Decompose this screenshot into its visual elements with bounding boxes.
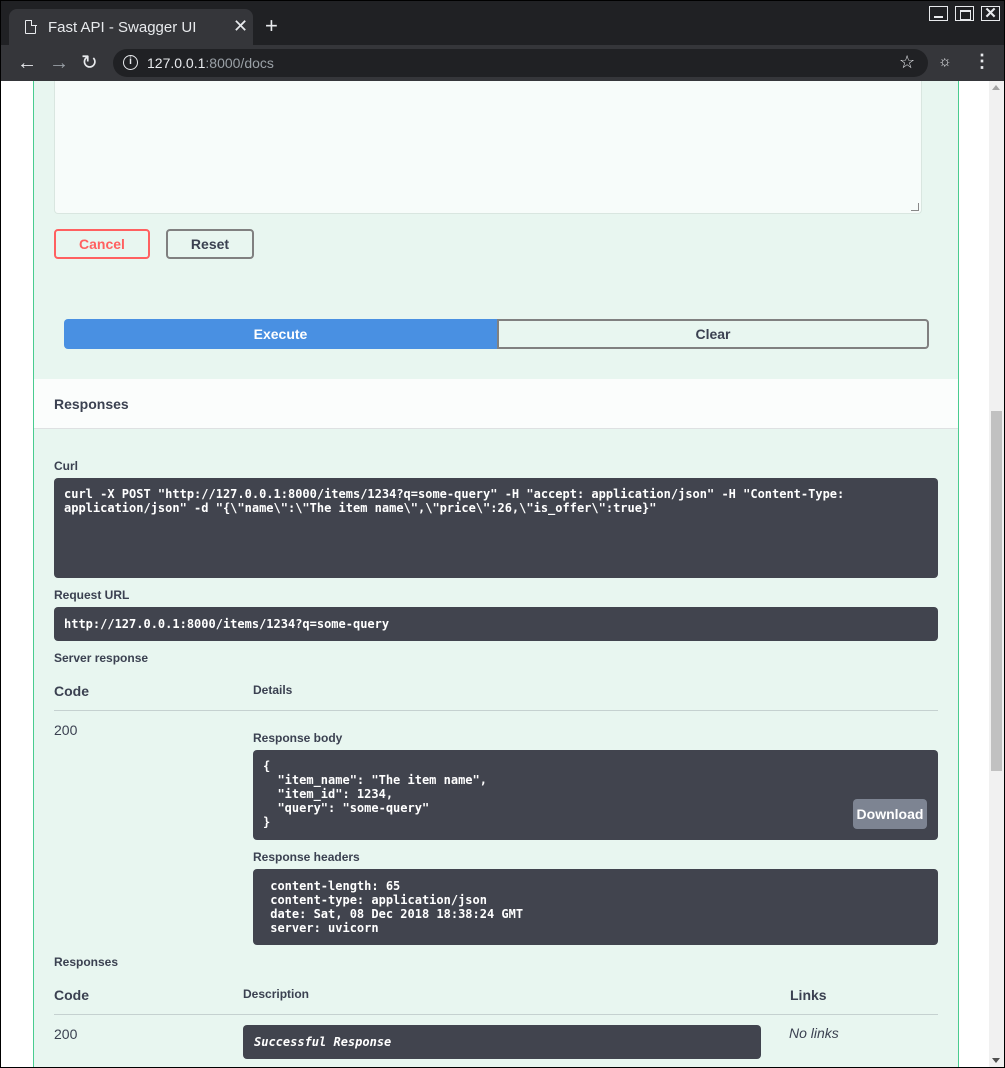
address-bar[interactable]: i 127.0.0.1:8000/docs ☆ bbox=[113, 49, 928, 77]
response-header-line: content-length: 65 bbox=[263, 879, 401, 893]
resize-grip-icon[interactable] bbox=[911, 203, 919, 211]
bookmark-star-icon[interactable]: ☆ bbox=[899, 52, 915, 73]
download-button[interactable]: Download bbox=[853, 799, 927, 829]
no-links-text: No links bbox=[789, 1025, 839, 1041]
request-url-label: Request URL bbox=[54, 588, 130, 602]
url-host: 127.0.0.1 bbox=[147, 55, 206, 71]
response-body-line: "query": "some-query" bbox=[263, 801, 430, 815]
tab-title: Fast API - Swagger UI bbox=[48, 19, 197, 36]
forward-arrow-icon[interactable]: → bbox=[49, 51, 69, 75]
response-description: Successful Response bbox=[254, 1035, 392, 1049]
incognito-icon[interactable]: ☼ bbox=[938, 53, 952, 70]
curl-code-block[interactable]: curl -X POST "http://127.0.0.1:8000/item… bbox=[54, 478, 938, 578]
response-body-line: } bbox=[263, 815, 271, 829]
document-icon bbox=[25, 19, 37, 34]
url-text: 127.0.0.1:8000/docs bbox=[147, 55, 274, 71]
browser-tab[interactable]: Fast API - Swagger UI ✕ bbox=[9, 9, 253, 45]
response-description-box: Successful Response bbox=[243, 1025, 761, 1059]
table-divider bbox=[54, 1014, 938, 1015]
responses-header: Responses bbox=[34, 379, 958, 429]
response-headers-block[interactable]: content-length: 65 content-type: applica… bbox=[253, 869, 938, 945]
response-body-line: "item_id": 1234, bbox=[263, 787, 394, 801]
links-column-header: Links bbox=[790, 987, 827, 1003]
server-response-label: Server response bbox=[54, 651, 149, 665]
scroll-down-arrow-icon[interactable] bbox=[992, 1058, 1000, 1063]
clear-button[interactable]: Clear bbox=[497, 319, 929, 349]
response-body-line: "item_name": "The item name", bbox=[263, 773, 487, 787]
maximize-button[interactable] bbox=[955, 6, 974, 21]
responses-title: Responses bbox=[54, 396, 129, 412]
response-headers-label: Response headers bbox=[253, 850, 360, 864]
description-column-header: Description bbox=[243, 987, 310, 1001]
response-code: 200 bbox=[54, 722, 78, 738]
curl-line: curl -X POST "http://127.0.0.1:8000/item… bbox=[64, 487, 845, 501]
response-header-line: content-type: application/json bbox=[263, 893, 487, 907]
table-divider bbox=[54, 710, 938, 711]
vertical-scrollbar[interactable] bbox=[989, 81, 1004, 1067]
info-icon[interactable]: i bbox=[123, 55, 138, 70]
cancel-button[interactable]: Cancel bbox=[54, 229, 150, 259]
curl-line: application/json" -d "{\"name\":\"The it… bbox=[64, 501, 657, 515]
code-column-header: Code bbox=[54, 987, 89, 1003]
minimize-button[interactable] bbox=[929, 6, 948, 21]
request-body-textarea[interactable] bbox=[54, 81, 922, 214]
documented-response-code: 200 bbox=[54, 1026, 78, 1042]
request-url-block[interactable]: http://127.0.0.1:8000/items/1234?q=some-… bbox=[54, 607, 938, 641]
new-tab-icon[interactable]: + bbox=[265, 15, 278, 37]
title-bar: Fast API - Swagger UI ✕ + ✕ bbox=[1, 1, 1004, 45]
menu-kebab-icon[interactable]: ⋮ bbox=[973, 52, 991, 70]
back-arrow-icon[interactable]: ← bbox=[17, 51, 37, 75]
browser-window: Fast API - Swagger UI ✕ + ✕ ← → ↻ i 127.… bbox=[0, 0, 1005, 1068]
response-header-line: server: uvicorn bbox=[263, 921, 379, 935]
url-path: :8000/docs bbox=[205, 55, 274, 71]
response-header-line: date: Sat, 08 Dec 2018 18:38:24 GMT bbox=[263, 907, 524, 921]
page-viewport: Cancel Reset Execute Clear Responses Cur… bbox=[1, 81, 989, 1067]
curl-label: Curl bbox=[54, 459, 78, 473]
response-body-block[interactable]: { "item_name": "The item name", "item_id… bbox=[253, 750, 938, 840]
reload-icon[interactable]: ↻ bbox=[81, 51, 98, 75]
request-url-text: http://127.0.0.1:8000/items/1234?q=some-… bbox=[64, 617, 390, 631]
scroll-up-arrow-icon[interactable] bbox=[992, 85, 1000, 90]
browser-toolbar: ← → ↻ i 127.0.0.1:8000/docs ☆ ☼ ⋮ bbox=[1, 45, 1004, 81]
code-column-header: Code bbox=[54, 683, 89, 699]
response-body-line: { bbox=[263, 759, 271, 773]
reset-button[interactable]: Reset bbox=[166, 229, 254, 259]
details-column-header: Details bbox=[253, 683, 293, 697]
post-operation-block: Cancel Reset Execute Clear Responses Cur… bbox=[33, 81, 959, 1067]
documented-responses-label: Responses bbox=[54, 955, 119, 969]
execute-button[interactable]: Execute bbox=[64, 319, 497, 349]
response-body-label: Response body bbox=[253, 731, 343, 745]
tab-close-icon[interactable]: ✕ bbox=[233, 16, 248, 36]
scrollbar-thumb[interactable] bbox=[991, 411, 1002, 771]
close-window-button[interactable]: ✕ bbox=[981, 6, 1000, 21]
